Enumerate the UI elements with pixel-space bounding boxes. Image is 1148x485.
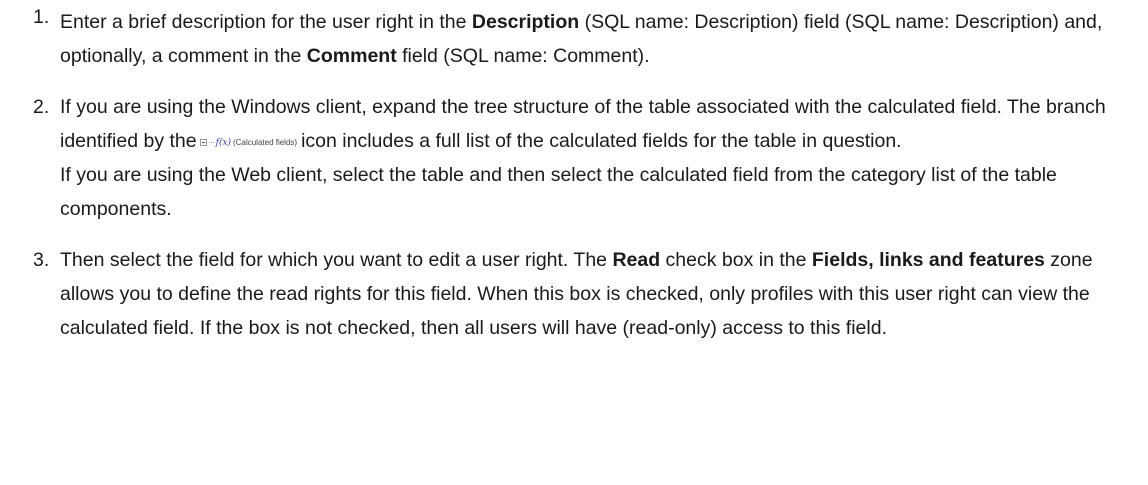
step-1-text-part: Enter a brief description for the user r… <box>60 11 472 33</box>
step-text: Then select the field for which you want… <box>60 243 1148 345</box>
step-2: 2. If you are using the Windows client, … <box>0 90 1148 226</box>
step-3-text-part: check box in the <box>660 249 812 271</box>
collapse-icon <box>199 139 207 146</box>
procedure-steps: 1. Enter a brief description for the use… <box>0 0 1148 345</box>
tree-line-icon <box>208 142 214 143</box>
step-text: Enter a brief description for the user r… <box>60 5 1148 73</box>
step-text: If you are using the Windows client, exp… <box>60 90 1148 226</box>
step-2-web-client-text: If you are using the Web client, select … <box>60 164 1057 220</box>
step-3-text-part: Then select the field for which you want… <box>60 249 613 271</box>
step-number: 2. <box>33 96 50 118</box>
function-icon: f(x) <box>215 137 232 148</box>
step-1: 1. Enter a brief description for the use… <box>0 0 1148 73</box>
step-number: 1. <box>33 6 50 28</box>
comment-field-name: Comment <box>306 45 397 67</box>
description-field-name: Description <box>471 11 580 33</box>
calculated-fields-caption: (Calculated fields) <box>233 137 298 147</box>
step-1-text-part: field (SQL name: Comment). <box>396 45 650 67</box>
read-checkbox-name: Read <box>612 249 661 271</box>
step-3: 3. Then select the field for which you w… <box>0 243 1148 345</box>
fields-links-features-zone-name: Fields, links and features <box>811 249 1045 271</box>
step-number: 3. <box>33 249 50 271</box>
step-2-text-part: icon includes a full list of the calcula… <box>301 130 902 152</box>
calculated-fields-tree-icon: f(x) (Calculated fields) <box>199 137 298 149</box>
